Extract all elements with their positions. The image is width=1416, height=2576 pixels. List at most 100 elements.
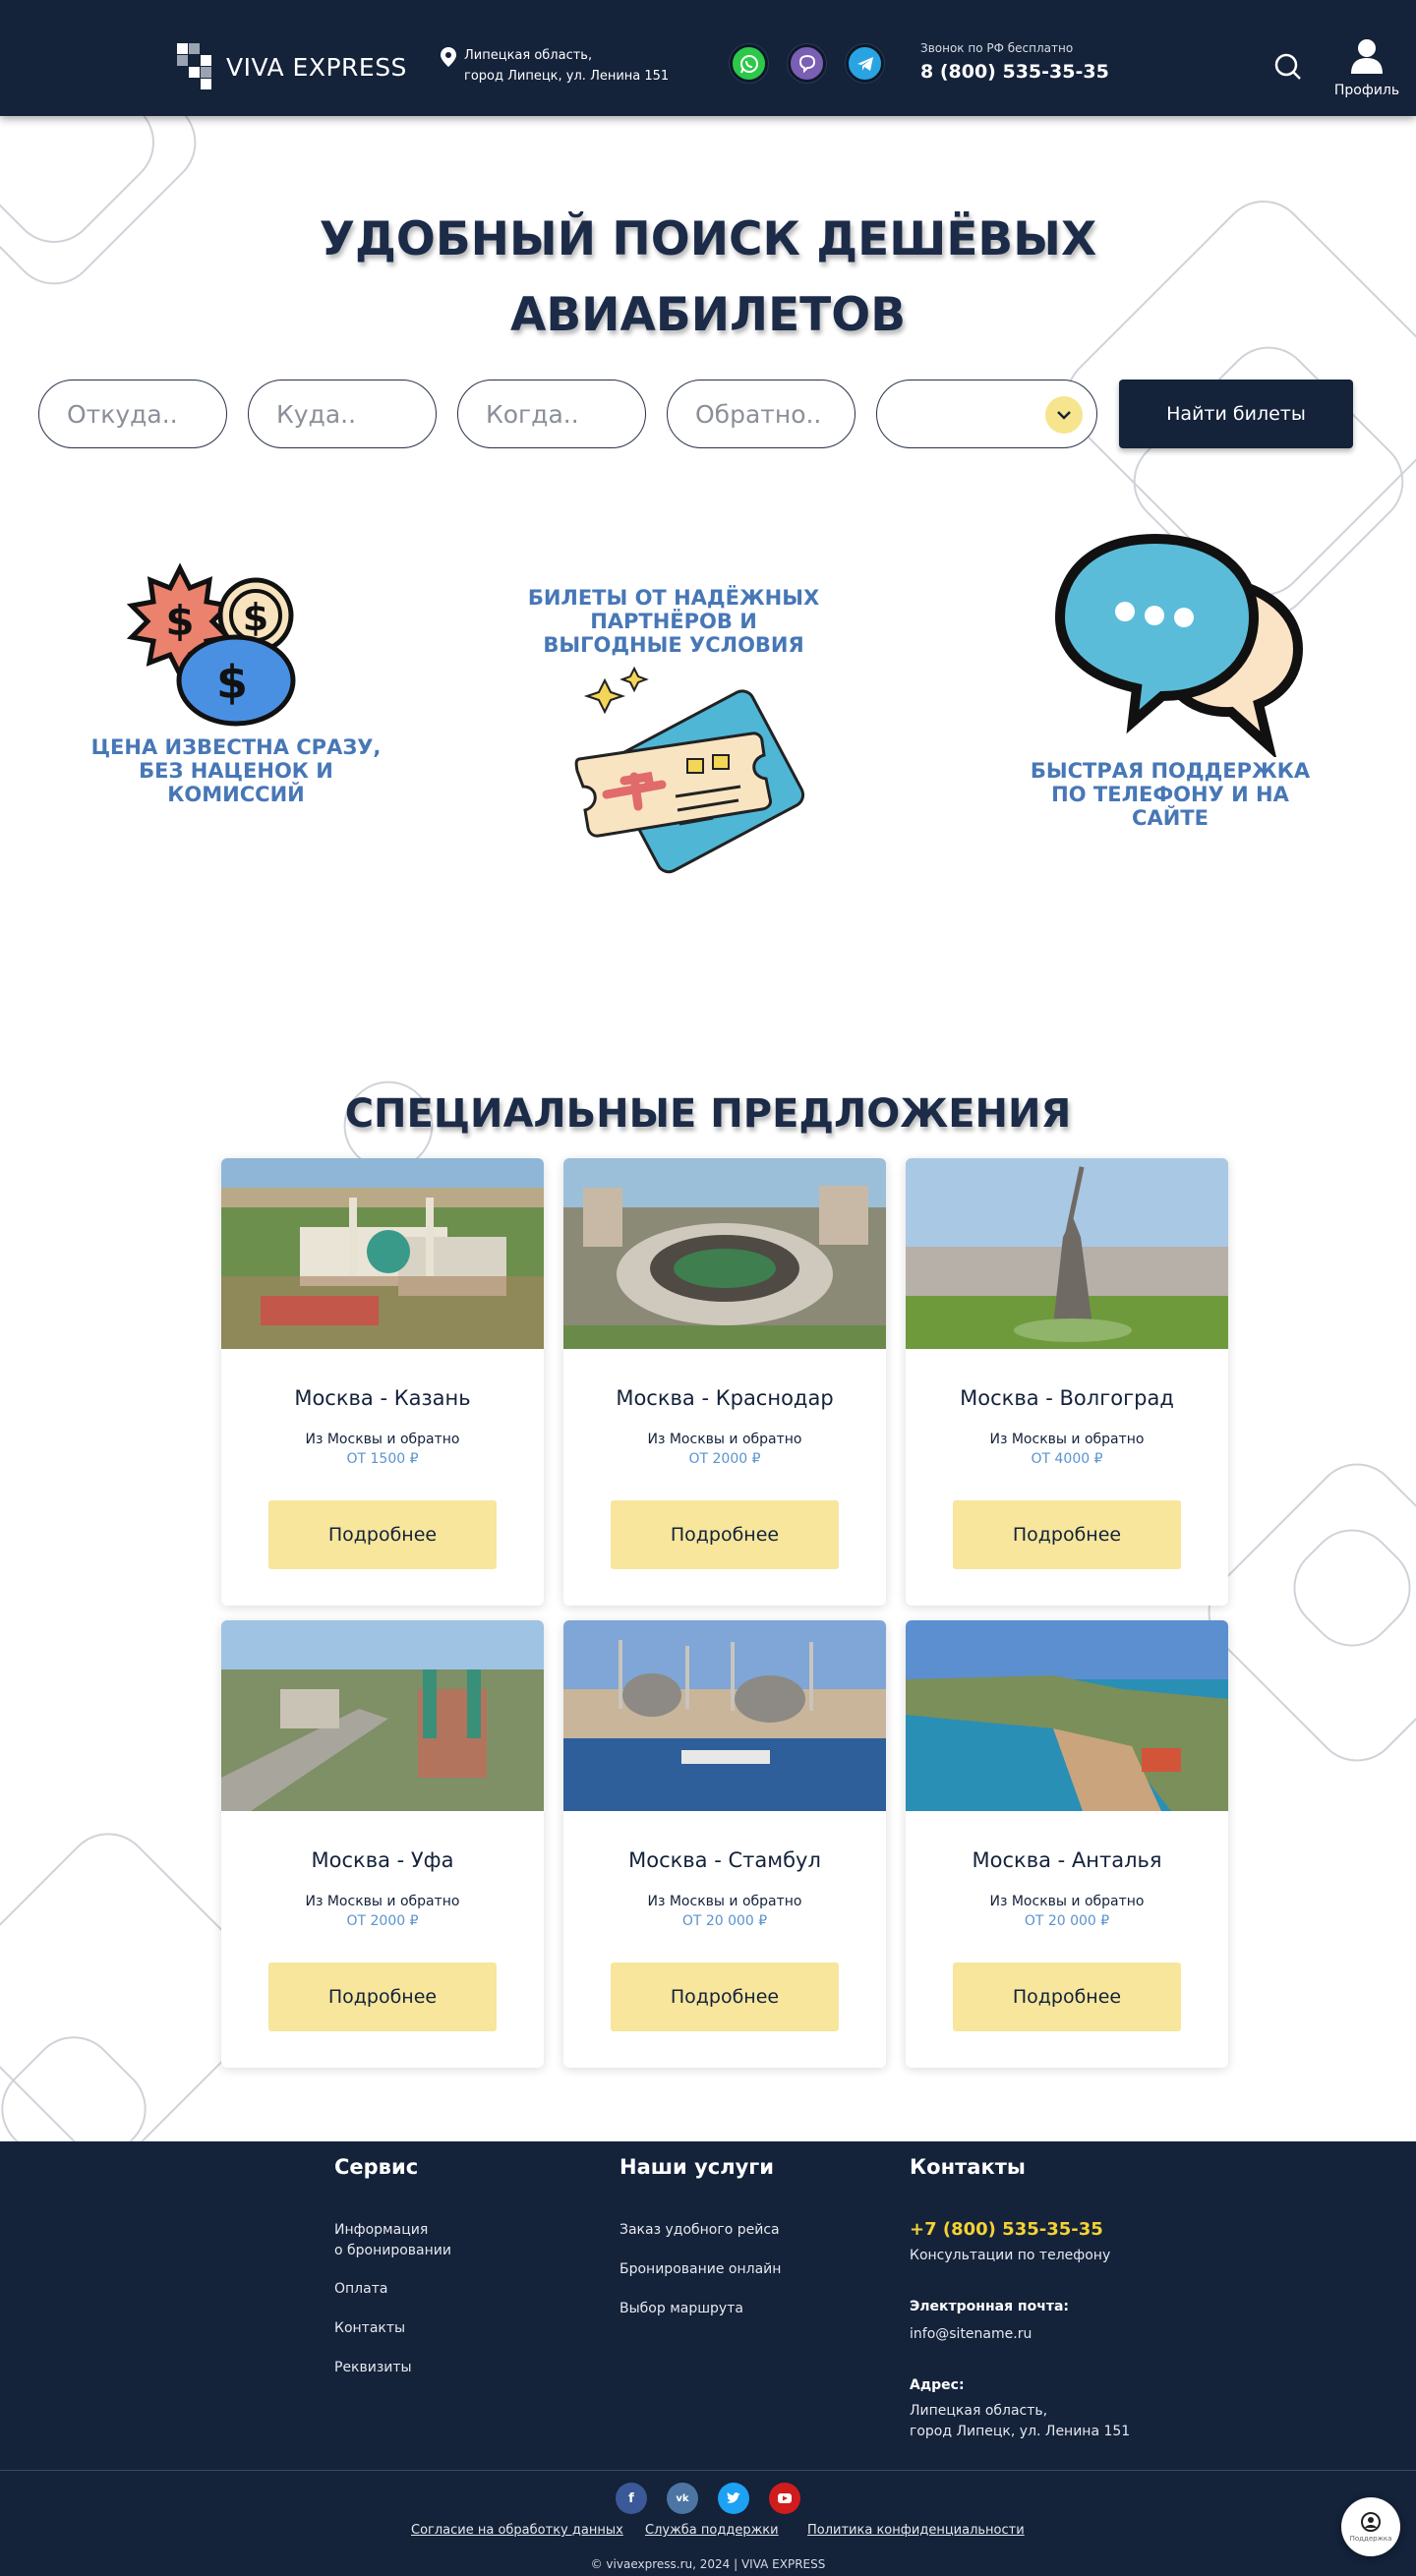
telegram-icon[interactable]	[846, 44, 884, 83]
card-route: Москва - Краснодар	[616, 1386, 834, 1410]
footer-services-heading: Наши услуги	[620, 2155, 774, 2179]
krasnodar-photo	[563, 1158, 886, 1349]
offer-card[interactable]: Москва - Краснодар Из Москвы и обратно О…	[563, 1158, 886, 1606]
support-widget-label: Поддержка	[1349, 2535, 1392, 2543]
offer-card[interactable]: Москва - Казань Из Москвы и обратно ОТ 1…	[221, 1158, 544, 1606]
whatsapp-icon[interactable]	[730, 44, 768, 83]
footer-link-contacts[interactable]: Контакты	[334, 2318, 405, 2339]
feature-partners-line-2: ПАРТНЁРОВ И	[590, 610, 757, 633]
antalya-photo	[906, 1620, 1228, 1811]
phone-number[interactable]: 8 (800) 535-35-35	[920, 61, 1109, 83]
details-button[interactable]: Подробнее	[953, 1962, 1181, 2031]
footer-contacts-heading: Контакты	[910, 2155, 1026, 2179]
details-button[interactable]: Подробнее	[953, 1500, 1181, 1569]
footer-email-label: Электронная почта:	[910, 2299, 1069, 2314]
chevron-down-icon[interactable]	[1045, 396, 1083, 434]
offer-card[interactable]: Москва - Уфа Из Москвы и обратно ОТ 2000…	[221, 1620, 544, 2068]
svg-text:$: $	[216, 656, 248, 709]
search-button[interactable]	[1268, 47, 1308, 87]
footer-phone[interactable]: +7 (800) 535-35-35	[910, 2219, 1103, 2240]
footer-address: Липецкая область, город Липецк, ул. Лени…	[910, 2401, 1130, 2442]
footer-divider	[0, 2470, 1416, 2471]
details-button[interactable]: Подробнее	[268, 1962, 497, 2031]
details-button[interactable]: Подробнее	[611, 1500, 839, 1569]
footer-link-online-booking[interactable]: Бронирование онлайн	[620, 2259, 781, 2280]
card-price: ОТ 20 000 ₽	[681, 1913, 768, 1929]
return-input[interactable]: Обратно..	[667, 380, 856, 448]
footer-address-label: Адрес:	[910, 2377, 965, 2393]
to-input[interactable]: Куда..	[248, 380, 437, 448]
card-subtitle: Из Москвы и обратно	[989, 1432, 1145, 1447]
card-route: Москва - Уфа	[311, 1848, 454, 1872]
twitter-icon[interactable]	[718, 2483, 749, 2514]
location-pin-icon	[441, 47, 456, 67]
offer-card[interactable]: Москва - Анталья Из Москвы и обратно ОТ …	[906, 1620, 1228, 2068]
header-phone[interactable]: Звонок по РФ бесплатно 8 (800) 535-35-35	[920, 41, 1109, 83]
footer-link-requisites[interactable]: Реквизиты	[334, 2358, 412, 2378]
ticket-icon	[574, 666, 805, 874]
footer-link-route-choice[interactable]: Выбор маршрута	[620, 2299, 743, 2319]
card-route: Москва - Анталья	[972, 1848, 1162, 1872]
card-subtitle: Из Москвы и обратно	[647, 1894, 802, 1909]
feature-price-line-1: ЦЕНА ИЗВЕСТНА СРАЗУ,	[90, 735, 382, 759]
footer-link-flight-order[interactable]: Заказ удобного рейса	[620, 2220, 780, 2241]
title-line-1: УДОБНЫЙ ПОИСК ДЕШЁВЫХ	[319, 212, 1097, 266]
card-route: Москва - Волгоград	[960, 1386, 1174, 1410]
details-button[interactable]: Подробнее	[268, 1500, 497, 1569]
coins-icon: $ $ $	[126, 562, 296, 727]
feature-price-line-3: КОМИССИЙ	[167, 783, 305, 806]
card-price: ОТ 2000 ₽	[688, 1451, 761, 1467]
footer-link-payment[interactable]: Оплата	[334, 2279, 387, 2300]
card-subtitle: Из Москвы и обратно	[305, 1894, 460, 1909]
privacy-link[interactable]: Политика конфиденциальности	[807, 2523, 1025, 2538]
site-header: VIVA EXPRESS Липецкая область, город Лип…	[0, 0, 1416, 116]
card-route: Москва - Стамбул	[628, 1848, 821, 1872]
volgograd-photo	[906, 1158, 1228, 1349]
footer-service-heading: Сервис	[334, 2155, 419, 2179]
footer-email[interactable]: info@sitename.ru	[910, 2324, 1032, 2345]
footer-address-line-2: город Липецк, ул. Ленина 151	[910, 2424, 1131, 2439]
find-tickets-button[interactable]: Найти билеты	[1119, 380, 1353, 448]
feature-partners-line-1: БИЛЕТЫ ОТ НАДЁЖНЫХ	[527, 586, 820, 610]
feature-support-line-2: ПО ТЕЛЕФОНУ И НА	[1051, 783, 1289, 806]
feature-price-line-2: БЕЗ НАЦЕНОК И	[139, 759, 333, 783]
card-subtitle: Из Москвы и обратно	[305, 1432, 460, 1447]
viber-icon[interactable]	[788, 44, 826, 83]
messenger-links	[730, 44, 884, 83]
vk-icon[interactable]: vk	[667, 2483, 698, 2514]
passengers-select[interactable]	[876, 380, 1097, 448]
feature-support-line-3: САЙТЕ	[1132, 806, 1209, 830]
logo[interactable]: VIVA EXPRESS	[177, 43, 407, 90]
when-input[interactable]: Когда..	[457, 380, 646, 448]
address-line-1: Липецкая область,	[464, 48, 593, 63]
feature-support: БЫСТРАЯ ПОДДЕРЖКА ПО ТЕЛЕФОНУ И НА САЙТЕ	[1023, 759, 1318, 830]
details-button[interactable]: Подробнее	[611, 1962, 839, 2031]
feature-partners: БИЛЕТЫ ОТ НАДЁЖНЫХ ПАРТНЁРОВ И ВЫГОДНЫЕ …	[526, 586, 821, 657]
svg-text:$: $	[243, 596, 268, 639]
kazan-photo	[221, 1158, 544, 1349]
card-price: ОТ 1500 ₽	[346, 1451, 419, 1467]
feature-support-line-1: БЫСТРАЯ ПОДДЕРЖКА	[1030, 759, 1311, 783]
from-input[interactable]: Откуда..	[38, 380, 227, 448]
footer-link-booking-info[interactable]: Информация о бронировании	[334, 2220, 451, 2261]
footer-address-line-1: Липецкая область,	[910, 2403, 1048, 2419]
profile-button[interactable]: Профиль	[1329, 37, 1404, 98]
card-price: ОТ 2000 ₽	[346, 1913, 419, 1929]
chat-bubbles-icon	[1054, 533, 1304, 757]
consent-link[interactable]: Согласие на обработку данных	[411, 2523, 623, 2538]
footer-phone-note: Консультации по телефону	[910, 2248, 1111, 2263]
offer-card[interactable]: Москва - Стамбул Из Москвы и обратно ОТ …	[563, 1620, 886, 2068]
title-line-2: АВИАБИЛЕТОВ	[509, 288, 907, 342]
facebook-icon[interactable]: f	[616, 2483, 647, 2514]
support-widget[interactable]: Поддержка	[1341, 2497, 1400, 2556]
support-link[interactable]: Служба поддержки	[645, 2523, 779, 2538]
logo-mark-icon	[177, 43, 224, 90]
card-route: Москва - Казань	[294, 1386, 471, 1410]
card-price: ОТ 4000 ₽	[1031, 1451, 1103, 1467]
booking-info-line-1: Информация	[334, 2222, 429, 2238]
youtube-icon[interactable]	[769, 2483, 800, 2514]
logo-text: VIVA EXPRESS	[226, 52, 407, 82]
svg-text:$: $	[165, 597, 194, 645]
offer-card[interactable]: Москва - Волгоград Из Москвы и обратно О…	[906, 1158, 1228, 1606]
card-price: ОТ 20 000 ₽	[1024, 1913, 1110, 1929]
